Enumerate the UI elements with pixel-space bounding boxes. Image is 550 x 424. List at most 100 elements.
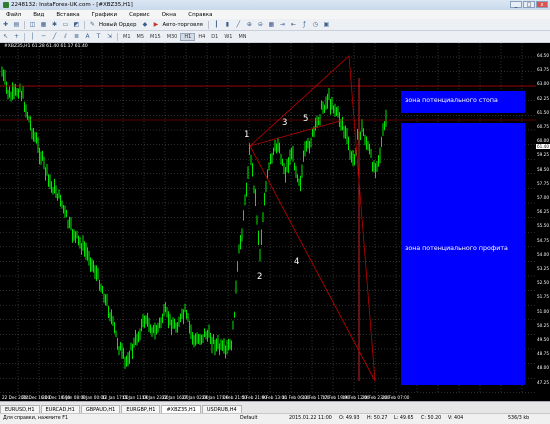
price-label: 48.75 <box>537 351 549 357</box>
drawing-toolbar: ↖ + │ ─ ╱ ⫽ ≣ A T ⇲ M1 M5 M15 M30 H1 H4 … <box>0 31 550 43</box>
status-volume: V: 404 <box>448 416 464 421</box>
price-label: 57.00 <box>537 195 549 200</box>
price-label: 63.00 <box>537 81 549 87</box>
price-label: 51.00 <box>537 308 549 314</box>
price-label: 60.00 <box>537 138 549 144</box>
zoom-out-icon[interactable]: ⊖ <box>256 21 265 29</box>
price-label: 58.50 <box>537 166 549 172</box>
timeframe-m1[interactable]: M1 <box>120 34 134 40</box>
close-button[interactable]: x <box>536 1 548 8</box>
status-help: Для справки, нажмите F1 <box>3 416 69 421</box>
wave-label-4: 4 <box>294 257 300 267</box>
crosshair-icon[interactable]: + <box>12 33 21 41</box>
horizontal-line-icon[interactable]: ─ <box>39 33 48 41</box>
navigator-icon[interactable]: ✱ <box>50 21 59 29</box>
timeframe-m30[interactable]: M30 <box>164 34 181 40</box>
stop-zone-label: зона потенциального стопа <box>405 97 498 104</box>
zoom-in-icon[interactable]: ⊕ <box>245 21 254 29</box>
price-label: 57.75 <box>537 180 549 186</box>
price-label: 52.50 <box>537 280 549 286</box>
cursor-icon[interactable]: ↖ <box>1 33 10 41</box>
menu-help[interactable]: Справка <box>182 12 218 18</box>
price-label: 48.00 <box>537 365 549 371</box>
menu-bar: Файл Вид Вставка Графики Сервис Окна Спр… <box>0 10 550 19</box>
window-title: 2248132: InstaForex-UK.com - [#XBZ35,H1] <box>11 2 133 8</box>
status-high: H: 50.27 <box>367 416 388 421</box>
profit-zone-label: зона потенциального профита <box>405 245 508 252</box>
price-label: 60.75 <box>537 124 549 129</box>
tester-icon[interactable]: ◩ <box>72 21 81 29</box>
candles <box>1 66 387 369</box>
price-label: 49.50 <box>537 337 549 342</box>
wave-label-5: 5 <box>303 114 309 124</box>
price-label: 54.00 <box>537 251 549 257</box>
candlestick-icon[interactable]: ▮ <box>223 21 232 29</box>
label-icon[interactable]: T <box>94 33 103 41</box>
price-label: 50.25 <box>537 322 549 328</box>
menu-file[interactable]: Файл <box>0 12 27 18</box>
status-bar: Для справки, нажмите F1 Default 2015.01.… <box>0 413 550 424</box>
timeframe-h4[interactable]: H4 <box>195 34 208 40</box>
timeframe-m15[interactable]: M15 <box>147 34 164 40</box>
data-window-icon[interactable]: ▦ <box>39 21 48 29</box>
price-label: 62.25 <box>537 95 549 101</box>
minimize-button[interactable]: _ <box>510 1 522 8</box>
templates-icon[interactable]: ▣ <box>322 21 331 29</box>
price-label: 63.75 <box>537 67 549 73</box>
chart-shift-icon[interactable]: ⇤ <box>289 21 298 29</box>
text-icon[interactable]: A <box>83 33 92 41</box>
terminal-icon[interactable]: ▭ <box>61 21 70 29</box>
new-order-button[interactable]: Новый Ордер <box>99 22 136 28</box>
timeframe-m5[interactable]: M5 <box>134 34 148 40</box>
indicators-icon[interactable]: ƒ <box>300 21 309 29</box>
price-label: 64.50 <box>537 53 549 58</box>
wave-label-1: 1 <box>244 130 250 140</box>
title-bar: 2248132: InstaForex-UK.com - [#XBZ35,H1]… <box>0 0 550 10</box>
autoscroll-icon[interactable]: ⇥ <box>278 21 287 29</box>
time-label: 24 Feb 07:00 <box>382 395 410 400</box>
menu-charts[interactable]: Графики <box>86 12 123 18</box>
timeframe-d1[interactable]: D1 <box>208 34 221 40</box>
status-close: C: 50.20 <box>421 416 442 421</box>
price-label: 59.25 <box>537 152 549 158</box>
maximize-button[interactable]: □ <box>523 1 535 8</box>
bar-chart-icon[interactable]: ┃ <box>212 21 221 29</box>
status-open: O: 49.93 <box>339 416 360 421</box>
price-label: 56.25 <box>537 209 549 215</box>
separator <box>207 20 209 29</box>
period-icon[interactable]: ◷ <box>311 21 320 29</box>
metaeditor-icon[interactable]: ◆ <box>140 21 149 29</box>
autotrading-icon[interactable]: ▶ <box>151 21 160 29</box>
stop-zone: зона потенциального стопа <box>401 91 525 113</box>
line-chart-icon[interactable]: ╱ <box>234 21 243 29</box>
timeframe-mn[interactable]: MN <box>235 34 249 40</box>
trendline-icon[interactable]: ╱ <box>50 33 59 41</box>
menu-view[interactable]: Вид <box>27 12 50 18</box>
price-chart[interactable]: #XBZ35,H1 61.28 61.40 61.17 61.40 зона п… <box>0 43 550 401</box>
new-chart-icon[interactable]: ✚ <box>1 21 10 29</box>
fibonacci-icon[interactable]: ≣ <box>72 33 81 41</box>
timeframe-h1[interactable]: H1 <box>180 32 196 41</box>
wave-label-3: 3 <box>282 118 288 128</box>
separator <box>24 20 25 29</box>
market-watch-icon[interactable]: ◫ <box>28 21 37 29</box>
tile-windows-icon[interactable]: ▦ <box>267 21 276 29</box>
profiles-icon[interactable]: ▤ <box>12 21 21 29</box>
menu-windows[interactable]: Окна <box>156 12 183 18</box>
timeframe-w1[interactable]: W1 <box>221 34 235 40</box>
app-icon <box>3 2 9 8</box>
separator <box>24 32 25 41</box>
price-label: 61.50 <box>537 109 549 115</box>
price-label: 55.50 <box>537 223 549 229</box>
arrows-icon[interactable]: ⇲ <box>105 33 114 41</box>
vertical-line-icon[interactable]: │ <box>28 33 37 41</box>
autotrading-button[interactable]: Авто-торговля <box>162 22 202 28</box>
menu-insert[interactable]: Вставка <box>50 12 85 18</box>
status-datetime: 2015.01.22 11:00 <box>289 416 332 421</box>
channel-icon[interactable]: ⫽ <box>61 33 70 41</box>
new-order-icon[interactable]: ✎ <box>88 21 97 29</box>
menu-tools[interactable]: Сервис <box>123 12 156 18</box>
price-scale[interactable]: 64.50 63.75 63.00 62.25 61.50 60.75 60.00 59.25… <box>536 43 550 393</box>
symbol-info: #XBZ35,H1 61.28 61.40 61.17 61.40 <box>4 44 88 49</box>
price-label: 53.25 <box>537 266 549 271</box>
